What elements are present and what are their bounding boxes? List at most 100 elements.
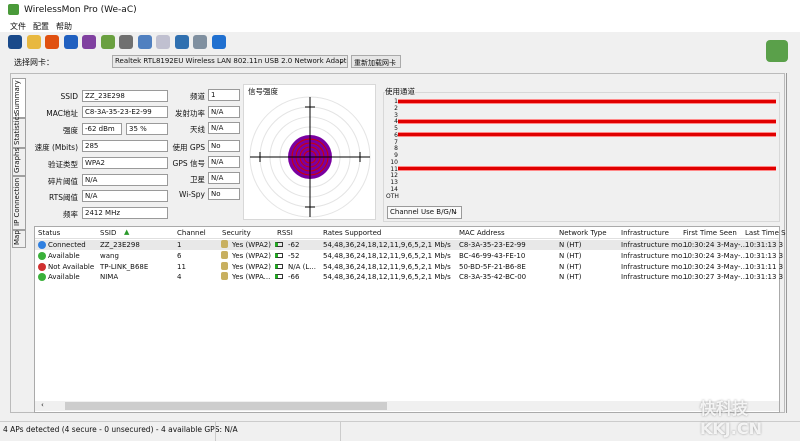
summary-label: 碎片阈值 [48,177,78,186]
channel-title: 使用通道 [385,86,415,97]
scroll-thumb[interactable] [65,402,387,410]
column-header-channel[interactable]: Channel [177,229,206,237]
cell-channel: 11 [177,262,186,271]
summary-label: 频道 [190,92,205,101]
summary-value: N/A [82,174,168,186]
cell-channel: 1 [177,241,182,249]
network-icon[interactable] [63,35,78,49]
summary-value: 1 [208,89,240,101]
column-header-last-time-s[interactable]: Last Time S [745,229,786,237]
summary-label: 发射功率 [175,109,205,118]
globe-icon[interactable] [174,35,189,49]
watermark: 快科技 KKJ.CN [700,399,762,438]
channel-bar-1 [398,98,776,104]
cell-first: 10:30:27 3-May-... [683,273,748,282]
cell-rates: 54,48,36,24,18,12,11,9,6,5,2,1 Mb/s [323,241,451,249]
reload-adapter-button[interactable]: 重新加载网卡 [351,55,401,68]
menu-help[interactable]: 帮助 [56,21,72,32]
cell-infra: Infrastructure mo... [621,251,689,260]
cell-ssid: TP-LINK_B68E [100,262,149,271]
signal-meter-icon [275,252,283,258]
signal-meter-icon [275,263,283,269]
summary-label: 天线 [190,125,205,134]
summary-value: N/A [208,122,240,134]
title-bar: WirelessMon Pro (We-aC) [0,0,800,20]
cell-rssi: N/A (L... [288,262,316,271]
status-dot-icon [38,251,46,260]
cell-rates: 54,48,36,24,18,12,11,9,6,5,2,1 Mb/s [323,251,451,260]
lock-icon [221,272,228,281]
lock-icon [221,261,228,270]
summary-value: 2412 MHz [82,207,168,219]
clipboard-icon[interactable] [156,35,170,49]
save-icon[interactable] [8,35,22,49]
column-header-ssid[interactable]: SSID [100,229,116,237]
open-folder-icon[interactable] [26,35,41,49]
signal-meter-icon [275,274,283,280]
summary-label: RTS阈值 [48,193,78,202]
scroll-left-icon: ‹ [41,401,44,409]
column-header-infrastructure[interactable]: Infrastructure [621,229,669,237]
column-header-first-time-seen[interactable]: First Time Seen [683,229,737,237]
window-title: WirelessMon Pro (We-aC) [24,5,137,15]
column-header-security[interactable]: Security [222,229,251,237]
network-alt-icon[interactable] [82,35,96,49]
channel-bar-4 [398,118,776,124]
cell-status: Available [48,251,80,260]
summary-label: Wi-Spy [178,190,205,199]
column-header-rssi[interactable]: RSSI [277,229,293,237]
cell-status: Not Available [48,262,95,271]
summary-value: C8-3A-35-23-E2-99 [82,106,168,118]
menu-bar: 文件 配置 帮助 [0,20,800,32]
record-icon[interactable] [45,35,59,49]
cell-security: Yes (WPA2) [232,262,271,271]
tab-map[interactable]: Map [12,230,26,248]
summary-label: 卫星 [190,175,205,184]
cell-channel: 4 [177,273,182,282]
lock-icon [221,240,228,248]
adapter-label: 选择网卡： [14,58,54,67]
horizontal-scrollbar[interactable]: ‹ [35,401,779,411]
menu-config[interactable]: 配置 [33,21,49,32]
column-header-mac-address[interactable]: MAC Address [459,229,505,237]
cell-rssi: -66 [288,273,300,282]
summary-value: N/A [208,172,240,184]
adapter-select[interactable]: Realtek RTL8192EU Wireless LAN 802.11n U… [112,55,348,68]
info-globe-icon[interactable] [193,35,207,49]
export-icon[interactable] [100,35,115,49]
cell-mac: 50-BD-5F-21-B6-8E [459,262,526,271]
cell-type: N (HT) [559,251,582,260]
cell-first: 10:30:24 3-May-... [683,241,748,249]
column-header-rates-supported[interactable]: Rates Supported [323,229,381,237]
cell-rates: 54,48,36,24,18,12,11,9,6,5,2,1 Mb/s [323,262,451,271]
cell-security: Yes (WPA2) [232,251,271,260]
column-header-network-type[interactable]: Network Type [559,229,607,237]
cell-last: 10:31:11 3 [745,262,784,271]
check-icon[interactable] [137,35,152,49]
cell-type: N (HT) [559,241,582,249]
cell-status: Connected [48,241,86,249]
cell-rssi: -52 [288,251,300,260]
channel-mode-select[interactable]: Channel Use B/G/N ⌄ [387,206,462,219]
divider [786,73,787,413]
summary-value: No [208,140,240,152]
print-icon[interactable] [119,35,133,49]
status-text: 4 APs detected (4 secure - 0 unsecured) … [3,425,238,434]
column-header-status[interactable]: Status [38,229,60,237]
summary-label: MAC地址 [46,109,78,118]
summary-value: ZZ_23E298 [82,90,168,102]
summary-value: WPA2 [82,157,168,169]
summary-value-percent: 35 % [126,123,168,135]
menu-file[interactable]: 文件 [10,21,26,32]
cell-ssid: NIMA [100,273,119,282]
cell-infra: Infrastructure mo... [621,273,689,282]
summary-label: 使用 GPS [172,143,205,152]
help-icon[interactable] [211,35,226,49]
cell-ssid: ZZ_23E298 [100,241,140,249]
channel-bar-11 [398,166,776,171]
summary-value: N/A [82,190,168,202]
cell-type: N (HT) [559,262,582,271]
cell-infra: Infrastructure mo... [621,241,689,249]
summary-label: 验证类型 [48,160,78,169]
status-dot-icon [38,241,46,249]
